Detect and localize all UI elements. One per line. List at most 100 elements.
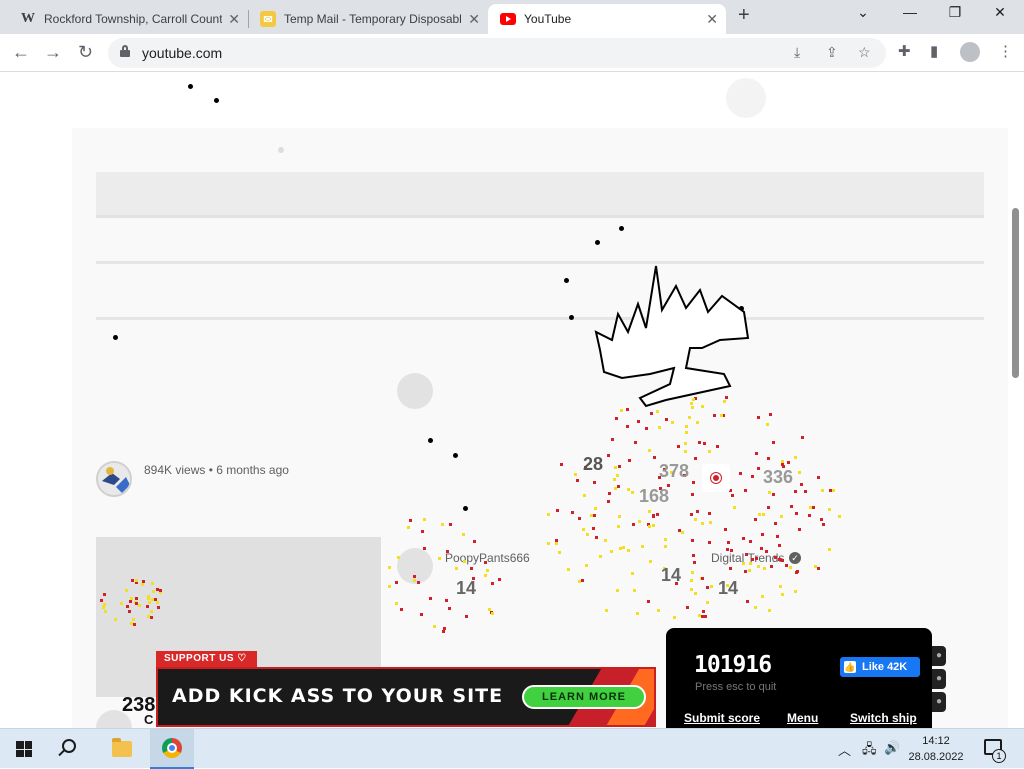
search-icon[interactable] xyxy=(62,739,76,753)
explosion-particle xyxy=(423,547,426,550)
learn-more-button[interactable]: LEARN MORE xyxy=(522,685,646,709)
chevron-up-icon[interactable]: ︿ xyxy=(838,740,851,759)
menu-kebab-icon[interactable]: ⋮ xyxy=(998,42,1013,60)
explosion-particle xyxy=(618,515,621,518)
share-icon[interactable]: ⇪ xyxy=(826,44,838,61)
support-us-tag[interactable]: SUPPORT US ♡ xyxy=(156,651,257,667)
explosion-particle xyxy=(152,590,155,593)
explosion-particle xyxy=(593,481,596,484)
explosion-particle xyxy=(631,572,634,575)
explosion-particle xyxy=(677,445,680,448)
tab-temp-mail[interactable]: ✉ Temp Mail - Temporary Disposable ✕ xyxy=(248,4,488,34)
tab-wikipedia[interactable]: W Rockford Township, Carroll County ✕ xyxy=(8,4,248,34)
explosion-particle xyxy=(701,577,704,580)
explosion-particle xyxy=(688,416,691,419)
close-tab-icon[interactable]: ✕ xyxy=(706,11,718,28)
windows-start-icon[interactable] xyxy=(16,741,32,757)
close-tab-icon[interactable]: ✕ xyxy=(228,11,240,28)
points-popup: 14 xyxy=(456,578,477,598)
ad-body[interactable]: ADD KICK ASS TO YOUR SITE LEARN MORE xyxy=(156,667,656,727)
explosion-particle xyxy=(703,442,706,445)
explosion-particle xyxy=(765,550,768,553)
explosion-particle xyxy=(633,589,636,592)
explosion-particle xyxy=(613,478,616,481)
profile-avatar-icon[interactable] xyxy=(960,42,980,62)
tab-title: YouTube xyxy=(524,12,572,26)
address-url[interactable]: youtube.com xyxy=(142,45,222,61)
new-tab-button[interactable]: + xyxy=(738,4,750,27)
explosion-particle xyxy=(701,522,704,525)
explosion-particle xyxy=(691,493,694,496)
address-bar[interactable]: youtube.com ⤓ ⇪ ☆ xyxy=(108,38,886,68)
close-window-button[interactable]: ✕ xyxy=(980,4,1020,21)
explosion-particle xyxy=(442,630,445,633)
chrome-taskbar-button[interactable] xyxy=(150,729,194,769)
drop-icon[interactable]: ● xyxy=(932,646,946,666)
explosion-particle xyxy=(739,472,742,475)
explosion-particle xyxy=(484,574,487,577)
explosion-particle xyxy=(636,612,639,615)
channel-name-poopypants[interactable]: PoopyPants666 xyxy=(445,551,530,565)
install-app-icon[interactable]: ⤓ xyxy=(794,44,800,61)
explosion-particle xyxy=(100,599,103,602)
minimize-button[interactable]: — xyxy=(890,4,930,20)
system-clock[interactable]: 14:12 28.08.2022 xyxy=(896,733,976,765)
bullet-dot xyxy=(214,98,219,103)
explosion-particle xyxy=(632,523,635,526)
explosion-particle xyxy=(618,465,621,468)
explosion-particle xyxy=(751,475,754,478)
bookmark-star-icon[interactable]: ☆ xyxy=(858,44,871,61)
lock-icon[interactable] xyxy=(120,45,130,57)
explosion-particle xyxy=(103,593,106,596)
explosion-particle xyxy=(769,413,772,416)
explosion-particle xyxy=(576,479,579,482)
switch-ship-link[interactable]: Switch ship xyxy=(850,711,917,725)
back-arrow-icon[interactable]: ← xyxy=(12,42,30,63)
explosion-particle xyxy=(619,547,622,550)
channel-avatar[interactable] xyxy=(96,461,132,497)
explosion-particle xyxy=(686,606,689,609)
forward-arrow-icon[interactable]: → xyxy=(44,42,62,63)
skeleton-bar xyxy=(96,172,984,218)
close-tab-icon[interactable]: ✕ xyxy=(468,11,480,28)
explosion-particle xyxy=(685,425,688,428)
explosion-particle xyxy=(757,416,760,419)
submit-score-link[interactable]: Submit score xyxy=(684,711,760,725)
explosion-particle xyxy=(571,511,574,514)
explosion-particle xyxy=(607,500,610,503)
explosion-particle xyxy=(691,571,694,574)
explosion-particle xyxy=(779,585,782,588)
side-panel-icon[interactable]: ▮ xyxy=(930,42,938,60)
drop-icon[interactable]: ● xyxy=(932,692,946,712)
reload-icon[interactable]: ↻ xyxy=(78,42,93,63)
explosion-particle xyxy=(462,533,465,536)
explosion-particle xyxy=(748,569,751,572)
player-spaceship-icon[interactable] xyxy=(590,260,760,410)
file-explorer-icon[interactable] xyxy=(112,738,132,757)
youtube-icon xyxy=(500,11,516,27)
explosion-particle xyxy=(470,567,473,570)
tab-search-dropdown-icon[interactable]: ⌄ xyxy=(843,4,883,21)
explosion-particle xyxy=(684,442,687,445)
explosion-particle xyxy=(716,445,719,448)
menu-link[interactable]: Menu xyxy=(787,711,818,725)
explosion-particle xyxy=(574,473,577,476)
explosion-particle xyxy=(698,441,701,444)
extensions-puzzle-icon[interactable]: ✚ xyxy=(898,42,911,60)
restore-button[interactable]: ❐ xyxy=(935,4,975,21)
explosion-particle xyxy=(760,547,763,550)
explosion-particle xyxy=(690,588,693,591)
network-icon[interactable]: 🖧 xyxy=(862,740,877,762)
support-ad-banner[interactable]: SUPPORT US ♡ ADD KICK ASS TO YOUR SITE L… xyxy=(156,651,656,728)
page-content: 894K views • 6 months ago PoopyPants666 … xyxy=(0,72,1024,728)
explosion-particle xyxy=(749,540,752,543)
avatar-placeholder xyxy=(726,78,766,118)
tab-title: Temp Mail - Temporary Disposable xyxy=(284,12,462,26)
explosion-particle xyxy=(744,489,747,492)
tab-youtube[interactable]: YouTube ✕ xyxy=(488,4,726,34)
explosion-particle xyxy=(151,582,154,585)
page-scrollbar[interactable] xyxy=(1012,208,1019,378)
explosion-particle xyxy=(147,615,150,618)
facebook-like-button[interactable]: 👍 Like 42K xyxy=(840,657,920,677)
drop-icon[interactable]: ● xyxy=(932,669,946,689)
